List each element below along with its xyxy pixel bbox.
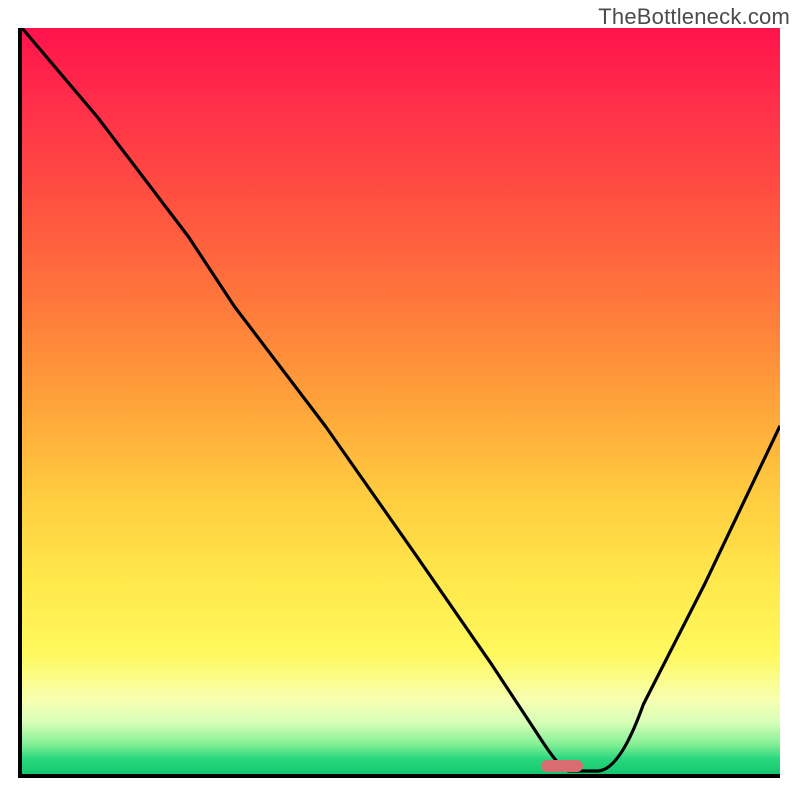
curve-path [22,28,780,771]
chart-canvas: TheBottleneck.com [0,0,800,800]
plot-area [18,28,780,778]
bottleneck-curve-line [22,28,780,774]
watermark-text: TheBottleneck.com [598,4,790,30]
optimal-range-marker [541,760,583,772]
